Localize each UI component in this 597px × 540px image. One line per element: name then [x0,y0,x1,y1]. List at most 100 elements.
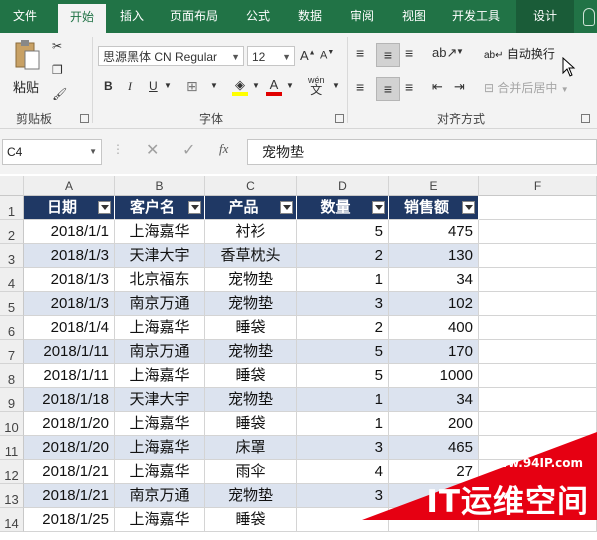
row-header[interactable]: 5 [0,292,24,316]
tab-formulas[interactable]: 公式 [236,0,280,33]
table-cell[interactable]: 2018/1/21 [24,460,115,484]
font-size-dropdown[interactable]: 12 ▼ [247,46,295,66]
font-color-icon[interactable]: A [266,77,282,97]
paste-button[interactable]: 粘贴 [6,39,46,97]
table-cell[interactable]: 睡袋 [205,316,297,340]
empty-cell[interactable] [479,364,597,388]
chevron-down-icon[interactable]: ▼ [456,47,464,56]
table-header-cell[interactable]: 产品 [205,196,297,220]
formula-input[interactable]: 宠物垫 [247,139,597,165]
cancel-icon[interactable]: ✕ [146,140,159,160]
table-cell[interactable]: 宠物垫 [205,388,297,412]
italic-button[interactable]: I [128,79,132,94]
phonetic-icon[interactable]: wén 文 [308,75,325,96]
tab-review[interactable]: 审阅 [340,0,384,33]
row-header[interactable]: 1 [0,196,24,220]
enter-check-icon[interactable]: ✓ [182,140,195,160]
table-cell[interactable]: 2018/1/3 [24,292,115,316]
font-name-dropdown[interactable]: 思源黑体 CN Regular ▼ [98,46,244,66]
table-cell[interactable]: 睡袋 [205,364,297,388]
filter-dropdown-icon[interactable] [372,201,385,214]
row-header[interactable]: 9 [0,388,24,412]
underline-button[interactable]: U [149,79,158,93]
table-cell[interactable]: 宠物垫 [205,484,297,508]
empty-cell[interactable] [479,220,597,244]
column-header[interactable]: D [297,176,389,196]
table-cell[interactable]: 北京福东 [115,268,205,292]
table-cell[interactable]: 衬衫 [205,220,297,244]
chevron-down-icon[interactable]: ▼ [286,81,294,90]
row-header[interactable]: 2 [0,220,24,244]
table-cell[interactable]: 睡袋 [205,412,297,436]
filter-dropdown-icon[interactable] [462,201,475,214]
table-cell[interactable]: 34 [389,388,479,412]
column-header[interactable]: B [115,176,205,196]
shrink-font-icon[interactable]: A▼ [320,49,334,62]
table-cell[interactable]: 2018/1/4 [24,316,115,340]
column-header[interactable]: C [205,176,297,196]
table-cell[interactable]: 上海嘉华 [115,316,205,340]
table-cell[interactable]: 天津大宇 [115,244,205,268]
wrap-text-button[interactable]: ab↵ 自动换行 [484,45,555,62]
table-cell[interactable]: 1 [297,268,389,292]
row-header[interactable]: 3 [0,244,24,268]
tab-insert[interactable]: 插入 [110,0,154,33]
font-launcher-icon[interactable] [335,114,344,123]
table-cell[interactable]: 5 [297,340,389,364]
chevron-down-icon[interactable]: ▼ [210,81,218,90]
empty-cell[interactable] [479,316,597,340]
clipboard-launcher-icon[interactable] [80,114,89,123]
cut-icon[interactable]: ✂ [52,39,62,53]
bold-button[interactable]: B [104,79,113,93]
row-header[interactable]: 8 [0,364,24,388]
table-cell[interactable]: 睡袋 [205,508,297,532]
table-cell[interactable]: 2018/1/20 [24,436,115,460]
format-painter-icon[interactable]: 🖌 [52,87,67,101]
table-cell[interactable]: 34 [389,268,479,292]
grow-font-icon[interactable]: A▲ [300,48,316,63]
tab-developer[interactable]: 开发工具 [444,0,508,33]
chevron-down-icon[interactable]: ▼ [252,81,260,90]
column-header[interactable]: A [24,176,115,196]
table-header-cell[interactable]: 客户名 [115,196,205,220]
empty-cell[interactable] [479,388,597,412]
table-cell[interactable]: 2018/1/3 [24,268,115,292]
table-cell[interactable]: 床罩 [205,436,297,460]
column-header[interactable]: E [389,176,479,196]
empty-cell[interactable] [479,292,597,316]
empty-cell[interactable] [479,196,597,220]
row-header[interactable]: 7 [0,340,24,364]
table-cell[interactable]: 上海嘉华 [115,412,205,436]
tab-data[interactable]: 数据 [288,0,332,33]
table-cell[interactable]: 2018/1/20 [24,412,115,436]
tab-home[interactable]: 开始 [58,4,106,33]
borders-icon[interactable]: ⊞ [186,78,198,95]
row-header[interactable]: 4 [0,268,24,292]
orientation-icon[interactable]: ab↗ [432,45,457,61]
table-cell[interactable]: 南京万通 [115,292,205,316]
table-header-cell[interactable]: 日期 [24,196,115,220]
table-cell[interactable]: 2018/1/11 [24,340,115,364]
table-cell[interactable]: 1 [297,388,389,412]
lightbulb-icon[interactable] [583,8,595,26]
table-cell[interactable]: 400 [389,316,479,340]
row-header[interactable]: 14 [0,508,24,532]
tab-file[interactable]: 文件 [0,0,50,33]
table-cell[interactable]: 宠物垫 [205,292,297,316]
table-cell[interactable]: 2018/1/25 [24,508,115,532]
table-cell[interactable]: 上海嘉华 [115,460,205,484]
chevron-down-icon[interactable]: ▼ [332,81,340,90]
table-cell[interactable]: 130 [389,244,479,268]
table-cell[interactable]: 475 [389,220,479,244]
row-header[interactable]: 11 [0,436,24,460]
tab-view[interactable]: 视图 [392,0,436,33]
table-header-cell[interactable]: 销售额 [389,196,479,220]
merge-center-button[interactable]: ⊟ 合并后居中 ▼ [484,79,569,96]
table-cell[interactable]: 2018/1/11 [24,364,115,388]
table-cell[interactable]: 1000 [389,364,479,388]
table-cell[interactable]: 3 [297,292,389,316]
table-cell[interactable]: 宠物垫 [205,268,297,292]
table-cell[interactable]: 天津大宇 [115,388,205,412]
fill-color-icon[interactable]: ◈ [232,77,248,97]
table-cell[interactable]: 170 [389,340,479,364]
